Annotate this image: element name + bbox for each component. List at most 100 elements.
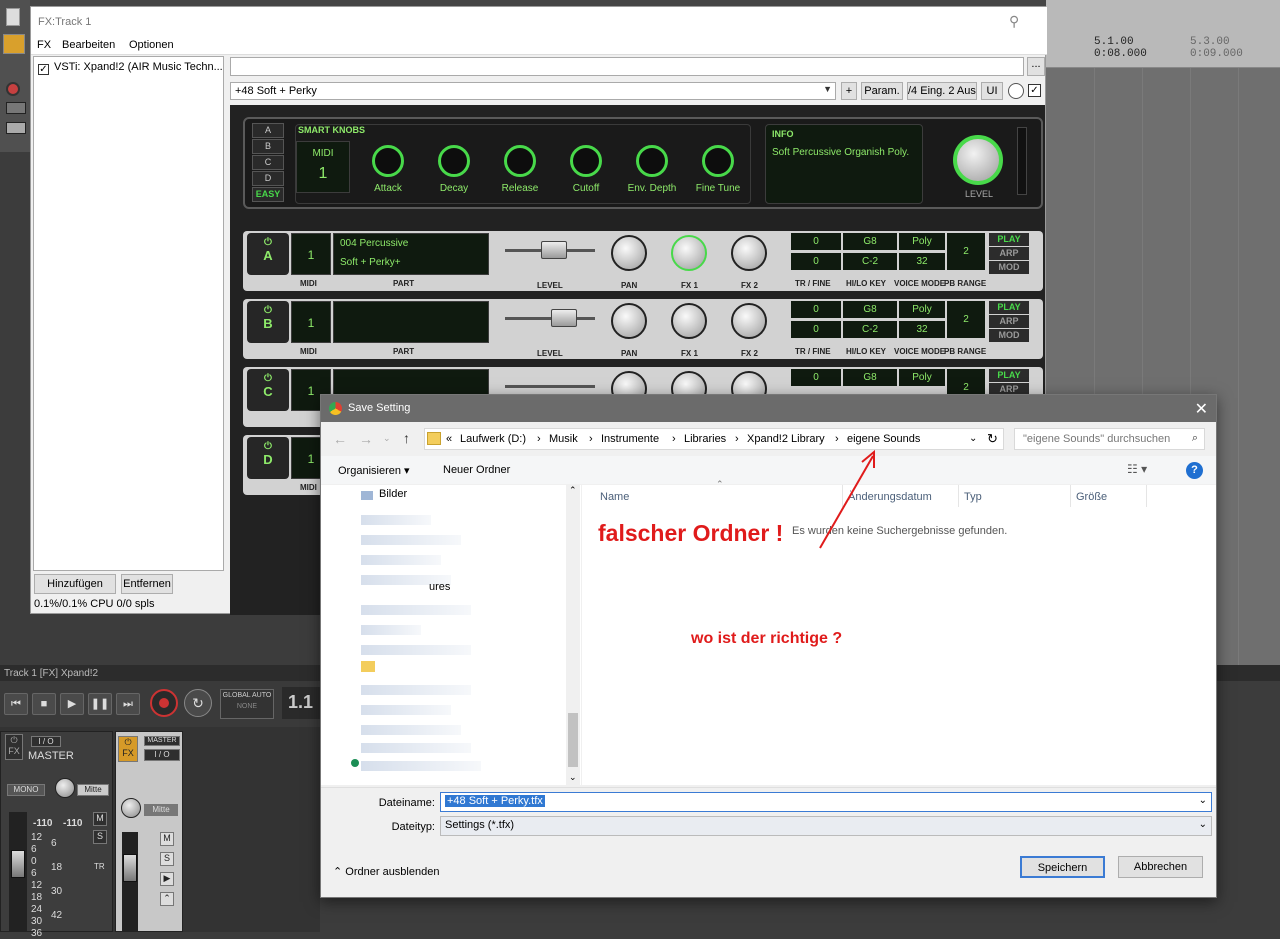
pan-knob[interactable] (55, 778, 75, 798)
breadcrumb-instrumente[interactable]: Instrumente (601, 433, 659, 445)
column-type[interactable]: Typ (964, 491, 982, 503)
menu-bearbeiten[interactable]: Bearbeiten (62, 39, 115, 51)
filename-input[interactable]: +48 Soft + Perky.tfx ⌄ (440, 792, 1212, 812)
new-folder-button[interactable]: Neuer Ordner (443, 464, 510, 476)
mod-mode-button[interactable]: MOD (989, 261, 1029, 274)
preset-plus-button[interactable]: + (841, 82, 857, 100)
solo-button[interactable]: S (160, 852, 174, 866)
volume-fader[interactable] (11, 850, 25, 878)
browse-button[interactable]: ... (1027, 57, 1045, 76)
fine-tune-knob[interactable] (702, 145, 734, 177)
chevron-down-icon[interactable]: ⌄ (1199, 795, 1207, 806)
cutoff-knob[interactable] (570, 145, 602, 177)
part-power-c[interactable]: ⏻ C (247, 369, 289, 411)
forward-arrow-icon[interactable]: → (359, 431, 373, 447)
filetype-select[interactable]: Settings (*.tfx) ⌄ (440, 816, 1212, 836)
refresh-icon[interactable]: ↻ (987, 431, 998, 447)
nav-item-bilder[interactable]: Bilder (379, 488, 407, 500)
pan-knob-a[interactable] (611, 235, 647, 271)
lo-key-value[interactable]: C-2 (843, 253, 897, 270)
hi-key-value[interactable]: G8 (843, 369, 897, 386)
param-button[interactable]: Param. (861, 82, 903, 100)
play-mode-button[interactable]: PLAY (989, 233, 1029, 246)
close-icon[interactable]: ✕ (1195, 399, 1208, 419)
tab-c[interactable]: C (252, 155, 284, 170)
mute-button[interactable]: M (93, 812, 107, 826)
fine-value[interactable]: 0 (791, 253, 841, 270)
record-button[interactable] (150, 689, 178, 717)
level-slider-a[interactable] (505, 241, 595, 259)
automation-play-icon[interactable]: ▶ (160, 872, 174, 886)
pb-range-value[interactable]: 2 (947, 301, 985, 338)
wet-knob-icon[interactable] (1008, 83, 1024, 99)
envelope-icon[interactable] (6, 122, 26, 134)
input-monitor-icon[interactable] (6, 102, 26, 114)
preset-select[interactable]: +48 Soft + Perky ▼ (230, 82, 836, 100)
envelope-icon[interactable]: ⌃ (160, 892, 174, 906)
voices-value[interactable]: 32 (899, 253, 945, 270)
fine-value[interactable]: 0 (791, 321, 841, 338)
breadcrumb-overflow[interactable]: « (446, 433, 452, 445)
mod-mode-button[interactable]: MOD (989, 329, 1029, 342)
volume-fader-track[interactable] (9, 812, 27, 932)
volume-fader[interactable] (123, 854, 137, 882)
level-slider-b[interactable] (505, 309, 595, 327)
play-mode-button[interactable]: PLAY (989, 301, 1029, 314)
part-patch-b[interactable] (333, 301, 489, 343)
volume-fader-track[interactable] (122, 832, 138, 932)
solo-button[interactable]: S (93, 830, 107, 844)
search-input[interactable]: "eigene Sounds" durchsuchen ⌕ (1014, 428, 1205, 450)
fx2-knob-a[interactable] (731, 235, 767, 271)
chevron-down-icon[interactable]: ⌄ (1199, 819, 1207, 830)
io-button[interactable]: I / O (31, 736, 61, 747)
navigation-pane[interactable]: Bilder ures ⌃ ⌄ (321, 485, 581, 785)
address-bar[interactable]: « Laufwerk (D:) › Musik › Instrumente › … (424, 428, 1004, 450)
view-options-icon[interactable]: ☷ ▾ (1127, 462, 1147, 476)
part-midi-b[interactable]: 1 (291, 301, 331, 343)
release-knob[interactable] (504, 145, 536, 177)
fx-titlebar[interactable]: FX:Track 1 ⚲ (31, 7, 1047, 37)
go-to-start-button[interactable]: ⏮ (4, 693, 28, 715)
lo-key-value[interactable]: C-2 (843, 321, 897, 338)
column-size[interactable]: Größe (1076, 491, 1107, 503)
mute-button[interactable]: M (160, 832, 174, 846)
part-power-a[interactable]: ⏻ A (247, 233, 289, 275)
tab-b[interactable]: B (252, 139, 284, 154)
pause-button[interactable]: ❚❚ (88, 693, 112, 715)
save-button[interactable]: Speichern (1020, 856, 1105, 878)
column-name[interactable]: Name (600, 491, 629, 503)
level-slider-c[interactable] (505, 385, 595, 388)
pin-icon[interactable]: ⚲ (1009, 13, 1019, 30)
io-button[interactable]: I / O (144, 749, 180, 761)
play-mode-button[interactable]: PLAY (989, 369, 1029, 382)
fx-button[interactable]: ⏻ FX (118, 736, 138, 762)
voice-mode-value[interactable]: Poly (899, 301, 945, 318)
master-send-badge[interactable]: MASTER (144, 736, 180, 746)
hi-key-value[interactable]: G8 (843, 301, 897, 318)
fx-path-field[interactable] (230, 57, 1024, 76)
breadcrumb-musik[interactable]: Musik (549, 433, 578, 445)
new-project-icon[interactable] (6, 8, 20, 26)
part-midi-a[interactable]: 1 (291, 233, 331, 275)
organize-menu[interactable]: Organisieren ▾ (338, 464, 410, 477)
voices-value[interactable]: 32 (899, 321, 945, 338)
go-to-end-button[interactable]: ⏭ (116, 693, 140, 715)
io-routing-button[interactable]: /4 Eing. 2 Ausg (907, 82, 977, 100)
voice-mode-value[interactable]: Poly (899, 233, 945, 250)
remove-fx-button[interactable]: Entfernen (121, 574, 173, 594)
record-arm-icon[interactable] (6, 82, 20, 96)
menu-fx[interactable]: FX (37, 39, 51, 51)
hide-folders-toggle[interactable]: ⌃ Ordner ausblenden (333, 865, 439, 878)
menu-optionen[interactable]: Optionen (129, 39, 174, 51)
arp-mode-button[interactable]: ARP (989, 315, 1029, 328)
transpose-value[interactable]: 0 (791, 369, 841, 386)
env-depth-knob[interactable] (636, 145, 668, 177)
voice-mode-value[interactable]: Poly (899, 369, 945, 386)
attack-knob[interactable] (372, 145, 404, 177)
help-icon[interactable]: ? (1186, 462, 1203, 479)
mono-button[interactable]: MONO (7, 784, 45, 796)
pan-knob-b[interactable] (611, 303, 647, 339)
ui-button[interactable]: UI (981, 82, 1003, 100)
fx-chain-list[interactable]: ✓ VSTi: Xpand!2 (AIR Music Techn... (33, 56, 224, 571)
master-level-knob[interactable] (953, 135, 1003, 185)
